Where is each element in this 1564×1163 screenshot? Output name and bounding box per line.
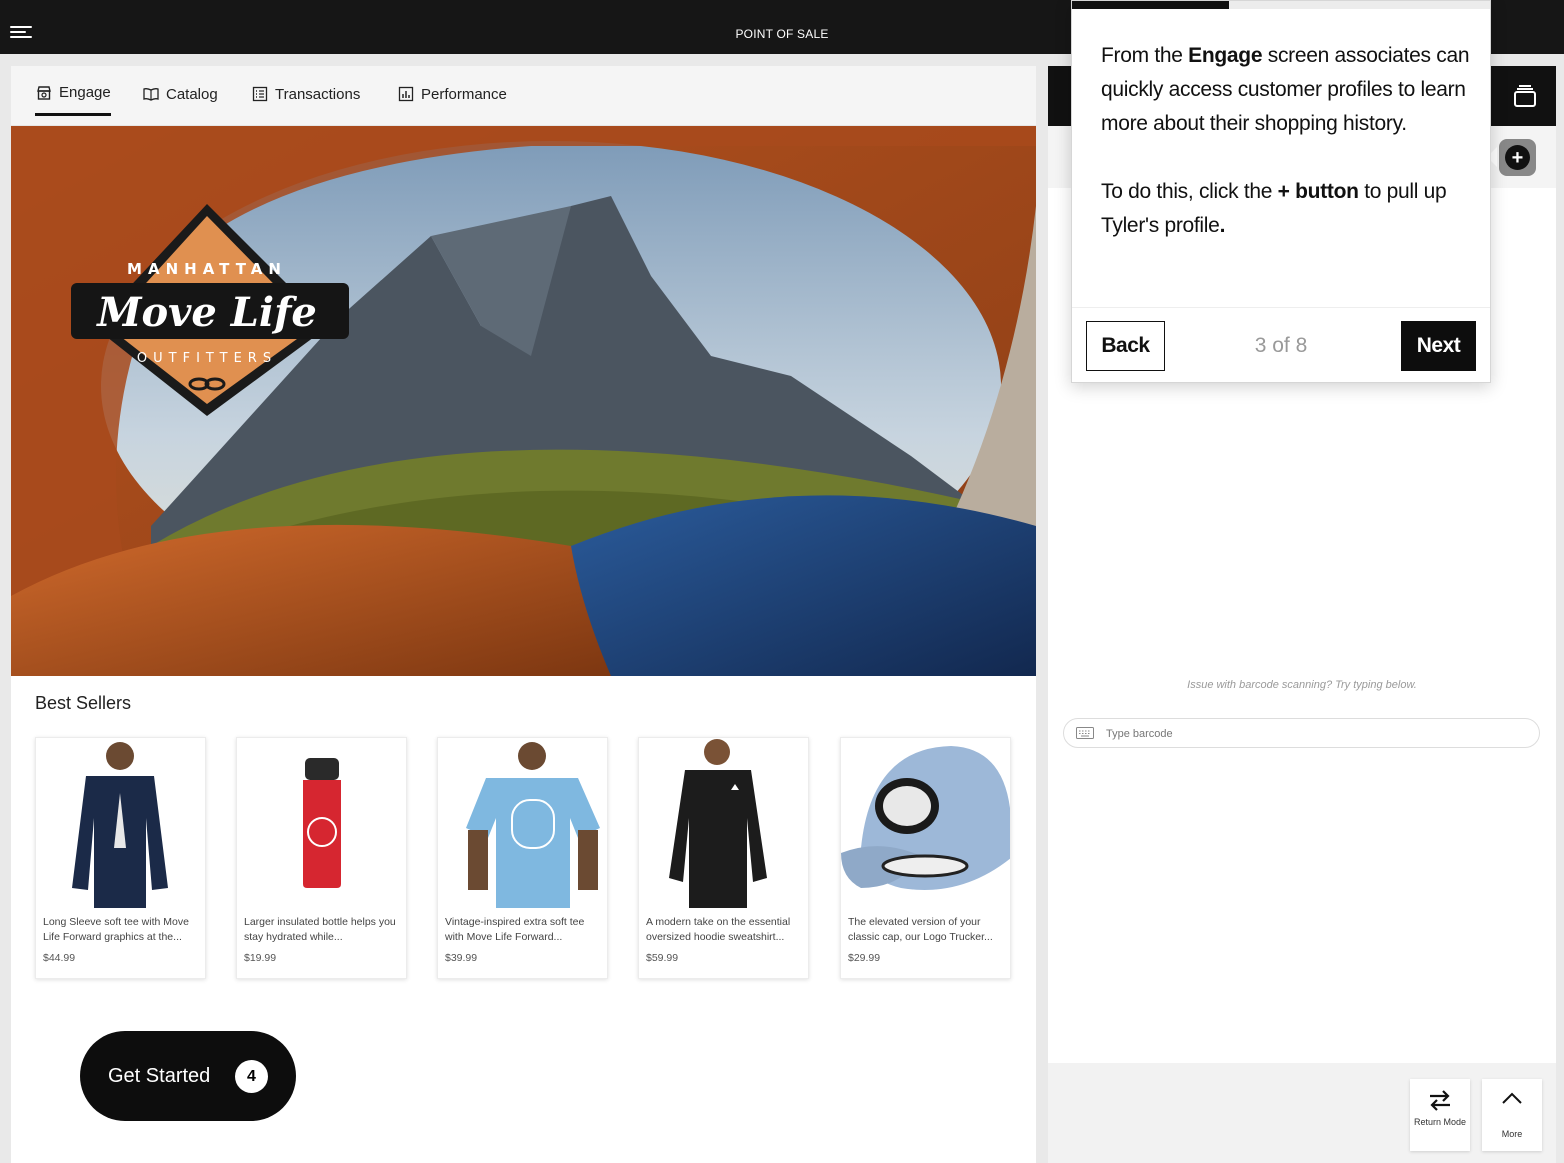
main-panel: Engage Catalog Transactions Performance bbox=[11, 66, 1036, 1163]
chevron-up-icon bbox=[1502, 1092, 1522, 1104]
product-card-vintage-tee[interactable]: Vintage-inspired extra soft tee with Mov… bbox=[437, 737, 608, 979]
plus-icon: + bbox=[1505, 145, 1530, 170]
more-label: More bbox=[1501, 1129, 1523, 1139]
bar-chart-icon bbox=[398, 86, 414, 102]
product-description: Larger insulated bottle helps you stay h… bbox=[244, 916, 396, 943]
product-image bbox=[639, 738, 808, 908]
longsleeve-tee-image bbox=[36, 738, 205, 908]
book-icon bbox=[143, 88, 159, 101]
tooltip-paragraph-2: To do this, click the + button to pull u… bbox=[1101, 180, 1447, 237]
logo-top-text: MANHATTAN bbox=[127, 260, 287, 278]
stack-button[interactable] bbox=[1494, 66, 1556, 126]
tab-bar: Engage Catalog Transactions Performance bbox=[11, 66, 1036, 126]
product-price: $39.99 bbox=[445, 952, 478, 964]
store-icon bbox=[37, 85, 51, 100]
product-image bbox=[237, 738, 406, 908]
hero-banner: MANHATTAN Move Life OUTFITTERS bbox=[11, 126, 1036, 676]
stack-icon bbox=[1514, 85, 1536, 107]
product-description: The elevated version of your classic cap… bbox=[848, 916, 993, 943]
product-card-cap[interactable]: The elevated version of your classic cap… bbox=[840, 737, 1011, 979]
barcode-input[interactable] bbox=[1106, 725, 1526, 743]
product-price: $29.99 bbox=[848, 952, 881, 964]
tent-mountain-image: MANHATTAN Move Life OUTFITTERS bbox=[11, 126, 1036, 676]
logo-bottom-text: OUTFITTERS bbox=[137, 351, 277, 366]
best-sellers-title: Best Sellers bbox=[35, 693, 132, 713]
product-image bbox=[438, 738, 607, 908]
product-image bbox=[36, 738, 205, 908]
tooltip-progress-fill bbox=[1072, 1, 1229, 9]
tab-label: Transactions bbox=[275, 85, 361, 103]
tooltip-footer: Back 3 of 8 Next bbox=[1072, 307, 1490, 383]
tab-transactions[interactable]: Transactions bbox=[251, 82, 360, 116]
product-description: Vintage-inspired extra soft tee with Mov… bbox=[445, 916, 585, 943]
tab-label: Engage bbox=[59, 84, 111, 101]
trucker-cap-image bbox=[841, 738, 1010, 908]
product-price: $59.99 bbox=[646, 952, 679, 964]
product-price: $19.99 bbox=[244, 952, 277, 964]
tooltip-text: From the Engage screen associates can qu… bbox=[1101, 39, 1471, 243]
hoodie-image bbox=[639, 738, 808, 908]
keyboard-icon bbox=[1076, 727, 1094, 739]
barcode-hint: Issue with barcode scanning? Try typing … bbox=[1187, 679, 1417, 691]
tab-label: Catalog bbox=[166, 85, 218, 103]
product-description: A modern take on the essential oversized… bbox=[646, 916, 791, 943]
tooltip-progress-bar bbox=[1072, 1, 1490, 9]
more-button[interactable]: More bbox=[1482, 1079, 1542, 1151]
swap-arrows-icon bbox=[1430, 1090, 1450, 1111]
product-card-bottle[interactable]: Larger insulated bottle helps you stay h… bbox=[236, 737, 407, 979]
product-card-longsleeve[interactable]: Long Sleeve soft tee with Move Life Forw… bbox=[35, 737, 206, 979]
product-image bbox=[841, 738, 1010, 908]
get-started-button[interactable]: Get Started 4 bbox=[80, 1031, 296, 1121]
tab-engage[interactable]: Engage bbox=[35, 82, 111, 116]
list-icon bbox=[252, 86, 268, 102]
product-description: Long Sleeve soft tee with Move Life Forw… bbox=[43, 916, 189, 943]
product-price: $44.99 bbox=[43, 952, 76, 964]
next-button[interactable]: Next bbox=[1401, 321, 1476, 371]
vintage-tee-image bbox=[438, 738, 607, 908]
action-bar bbox=[1048, 1063, 1556, 1163]
return-mode-button[interactable]: Return Mode bbox=[1410, 1079, 1470, 1151]
barcode-field bbox=[1063, 718, 1540, 748]
tab-performance[interactable]: Performance bbox=[397, 82, 507, 116]
tooltip-paragraph-1: From the Engage screen associates can qu… bbox=[1101, 44, 1470, 135]
tab-catalog[interactable]: Catalog bbox=[142, 82, 218, 116]
product-card-hoodie[interactable]: A modern take on the essential oversized… bbox=[638, 737, 809, 979]
get-started-label: Get Started bbox=[108, 1064, 211, 1087]
get-started-count-badge: 4 bbox=[235, 1060, 268, 1093]
water-bottle-image bbox=[237, 738, 406, 908]
tab-label: Performance bbox=[421, 85, 507, 103]
return-mode-label: Return Mode bbox=[1413, 1117, 1467, 1127]
logo-main-text: Move Life bbox=[95, 289, 317, 336]
add-customer-button[interactable]: + bbox=[1499, 139, 1536, 176]
onboarding-tooltip: From the Engage screen associates can qu… bbox=[1071, 0, 1491, 383]
